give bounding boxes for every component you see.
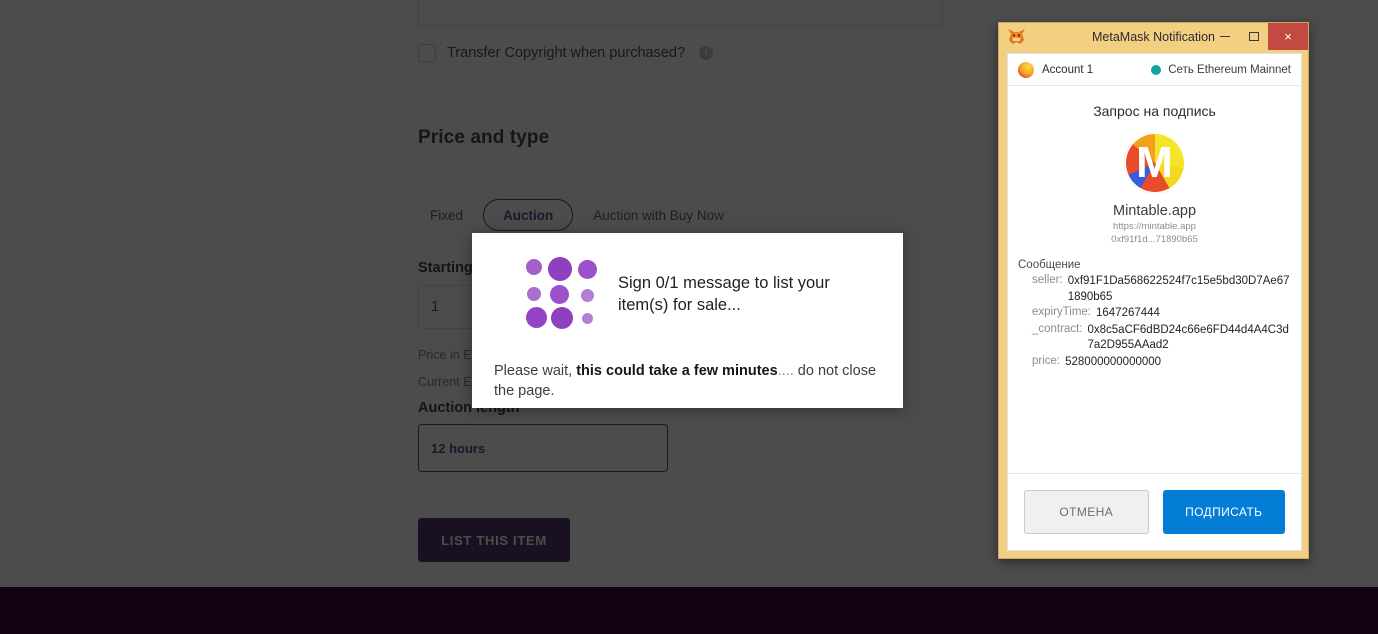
field-value: 0xf91F1Da568622524f7c15e5bd30D7Ae671890b… <box>1068 274 1293 305</box>
message-details: Сообщение seller: 0xf91F1Da568622524f7c1… <box>1008 259 1301 473</box>
wait-prefix: Please wait, <box>494 363 576 379</box>
fox-icon <box>1007 28 1026 45</box>
sign-button[interactable]: ПОДПИСАТЬ <box>1163 490 1286 534</box>
network-selector[interactable]: Сеть Ethereum Mainnet <box>1151 64 1291 76</box>
wait-ellipsis: .... <box>778 363 794 379</box>
account-name: Account 1 <box>1042 64 1093 76</box>
logo-letter: M <box>1124 141 1186 185</box>
modal-message: Sign 0/1 message to list your item(s) fo… <box>618 272 881 317</box>
site-address: 0xf91f1d...71890b65 <box>1008 234 1301 245</box>
metamask-titlebar[interactable]: MetaMask Notification × <box>999 23 1308 50</box>
minimize-icon[interactable] <box>1210 23 1239 50</box>
message-field-contract: _contract: 0x8c5aCF6dBD24c66e6FD44d4A4C3… <box>1018 323 1293 354</box>
metamask-request-content: Запрос на подпись M Mintable.app https:/… <box>1008 86 1301 550</box>
modal-header-row: Sign 0/1 message to list your item(s) fo… <box>472 233 903 329</box>
close-icon[interactable]: × <box>1268 23 1308 50</box>
message-field-seller: seller: 0xf91F1Da568622524f7c15e5bd30D7A… <box>1018 274 1293 305</box>
field-value: 0x8c5aCF6dBD24c66e6FD44d4A4C3d7a2D955AAa… <box>1088 323 1294 354</box>
field-key: price: <box>1032 355 1060 371</box>
mintable-logo-icon: M <box>1124 132 1186 194</box>
network-name: Сеть Ethereum Mainnet <box>1168 64 1291 76</box>
message-label: Сообщение <box>1018 259 1293 271</box>
avatar <box>1018 62 1034 78</box>
maximize-icon[interactable] <box>1239 23 1268 50</box>
site-name: Mintable.app <box>1008 203 1301 219</box>
loading-spinner-icon <box>526 257 604 329</box>
cancel-button[interactable]: ОТМЕНА <box>1024 490 1149 534</box>
site-url: https://mintable.app <box>1008 221 1301 232</box>
metamask-actions: ОТМЕНА ПОДПИСАТЬ <box>1008 474 1301 550</box>
window-controls: × <box>1210 23 1308 50</box>
metamask-body: Account 1 Сеть Ethereum Mainnet Запрос н… <box>1007 53 1302 551</box>
metamask-account-row: Account 1 Сеть Ethereum Mainnet <box>1008 54 1301 86</box>
network-status-icon <box>1151 65 1161 75</box>
wait-bold: this could take a few minutes <box>576 363 777 379</box>
field-key: _contract: <box>1032 323 1083 354</box>
message-field-expirytime: expiryTime: 1647267444 <box>1018 306 1293 322</box>
field-key: seller: <box>1032 274 1063 305</box>
page-footer <box>0 587 1378 634</box>
field-key: expiryTime: <box>1032 306 1091 322</box>
modal-wait-note: Please wait, this could take a few minut… <box>494 361 881 401</box>
metamask-notification-window: MetaMask Notification × Account 1 Сеть E… <box>998 22 1309 559</box>
field-value: 528000000000000 <box>1065 355 1161 371</box>
signing-progress-modal: Sign 0/1 message to list your item(s) fo… <box>472 233 903 408</box>
signature-request-title: Запрос на подпись <box>1008 103 1301 119</box>
message-field-price: price: 528000000000000 <box>1018 355 1293 371</box>
field-value: 1647267444 <box>1096 306 1160 322</box>
